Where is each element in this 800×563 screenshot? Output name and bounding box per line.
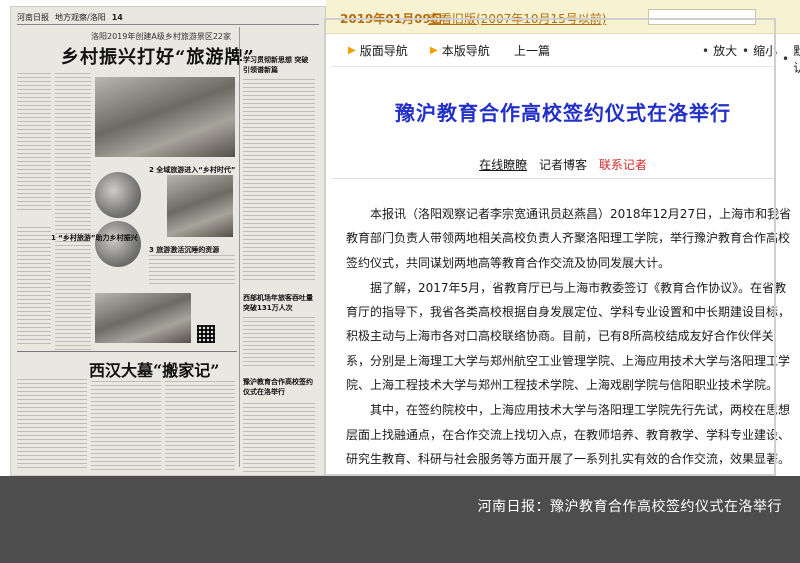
text-column — [17, 379, 87, 471]
article-nav: ▶ 版面导航 ▶ 本版导航 上一篇 • 放大 • 缩小 • 默认 — [344, 42, 800, 76]
village-photo — [167, 175, 233, 237]
text-column — [243, 79, 315, 283]
text-column — [17, 227, 51, 347]
round-photo — [95, 221, 141, 267]
text-column — [243, 317, 315, 369]
default-size-button[interactable]: • 默认 — [782, 42, 800, 76]
prev-article-link[interactable]: 上一篇 — [514, 42, 550, 59]
layout-nav-label: 版面导航 — [359, 44, 408, 58]
bullet-icon: • — [782, 52, 790, 66]
zoom-in-label: 放大 — [713, 44, 738, 58]
layout-nav-button[interactable]: ▶ 版面导航 — [348, 42, 408, 59]
paper-page-number: 14 — [111, 13, 123, 22]
paper-side-headline[interactable]: 西部机场年旅客吞吐量突破131万人次 — [243, 293, 313, 313]
page-nav-button[interactable]: ▶ 本版导航 — [430, 42, 490, 59]
text-column — [149, 255, 235, 285]
newspaper-page-thumbnail[interactable]: 河南日报 地方观察/洛阳 14 洛阳2019年创建A级乡村旅游景区22家 乡村振… — [10, 6, 326, 476]
online-link[interactable]: 在线瞭瞭 — [479, 158, 527, 172]
paper-header: 河南日报 地方观察/洛阳 14 — [17, 11, 319, 25]
prev-article-label: 上一篇 — [514, 44, 551, 58]
image-caption: 河南日报：豫沪教育合作高校签约仪式在洛举行 — [477, 499, 782, 515]
article-panel: 2019年01月09日 查看旧版(2007年10月15号以前) ▶ 版面导航 ▶… — [326, 0, 800, 476]
article-paragraph: 其中，在签约院校中，上海应用技术大学与洛阳理工学院先行先试，两校在思想层面上找融… — [346, 403, 791, 466]
contact-reporter-link[interactable]: 联系记者 — [599, 158, 647, 172]
text-column — [243, 403, 315, 473]
text-column — [91, 381, 161, 471]
paper-subhead[interactable]: 3 旅游激活沉睡的资源 — [149, 245, 219, 255]
article-body: 本报讯（洛阳观察记者李宗宽通讯员赵燕昌）2018年12月27日，上海市和我省教育… — [346, 202, 794, 472]
divider — [332, 178, 776, 179]
screenshot-stage: 河南日报 地方观察/洛阳 14 洛阳2019年创建A级乡村旅游景区22家 乡村振… — [0, 0, 800, 563]
paper-subhead[interactable]: 1 “乡村旅游”助力乡村振兴 — [51, 233, 138, 243]
reporter-blog-link[interactable]: 记者博客 — [539, 158, 587, 172]
bullet-icon: • — [702, 43, 710, 58]
column-divider — [239, 27, 240, 467]
paper-masthead: 河南日报 — [17, 13, 49, 22]
round-photo — [95, 172, 141, 218]
arrow-right-icon: ▶ — [430, 45, 438, 56]
article-title: 豫沪教育合作高校签约仪式在洛举行 — [395, 101, 731, 125]
paper-side-headline[interactable]: 豫沪教育合作高校签约仪式在洛举行 — [243, 377, 313, 397]
paper-headline[interactable]: 乡村振兴打好“旅游牌” — [61, 43, 255, 69]
text-column — [17, 73, 51, 213]
section-rule — [17, 351, 237, 352]
paper-headline[interactable]: 西汉大墓“搬家记” — [89, 357, 219, 381]
zoom-in-button[interactable]: • 放大 — [702, 42, 737, 59]
zoom-out-label: 缩小 — [753, 44, 778, 58]
default-size-label: 默认 — [793, 44, 800, 75]
date-bar: 2019年01月09日 查看旧版(2007年10月15号以前) — [326, 0, 800, 34]
page-nav-label: 本版导航 — [441, 44, 490, 58]
zoom-out-button[interactable]: • 缩小 — [742, 42, 777, 59]
paper-subhead[interactable]: 2 全域旅游进入“乡村时代” — [149, 165, 236, 175]
article-paragraph: 据了解，2017年5月，省教育厅已与上海市教委签订《教育合作协议》。在省教育厅的… — [346, 280, 791, 393]
article-paragraph: 本报讯（洛阳观察记者李宗宽通讯员赵燕昌）2018年12月27日，上海市和我省教育… — [346, 207, 792, 270]
text-column — [165, 381, 235, 471]
paper-section: 地方观察/洛阳 — [55, 13, 106, 22]
qr-code-icon — [197, 325, 215, 343]
landscape-photo — [95, 77, 235, 157]
byline: 在线瞭瞭 记者博客 联系记者 — [326, 156, 800, 173]
arrow-right-icon: ▶ — [348, 45, 356, 56]
divider — [332, 66, 776, 67]
archive-link[interactable]: 查看旧版(2007年10月15号以前) — [428, 10, 606, 27]
text-column — [55, 73, 91, 353]
street-photo — [95, 293, 191, 343]
search-input[interactable] — [648, 9, 756, 25]
caption-bar: 河南日报：豫沪教育合作高校签约仪式在洛举行 — [0, 476, 800, 563]
paper-side-headline[interactable]: 学习贯彻新思想 突破引领谱新篇 — [243, 55, 313, 75]
bullet-icon: • — [742, 43, 750, 58]
paper-kicker[interactable]: 洛阳2019年创建A级乡村旅游景区22家 — [91, 31, 231, 42]
